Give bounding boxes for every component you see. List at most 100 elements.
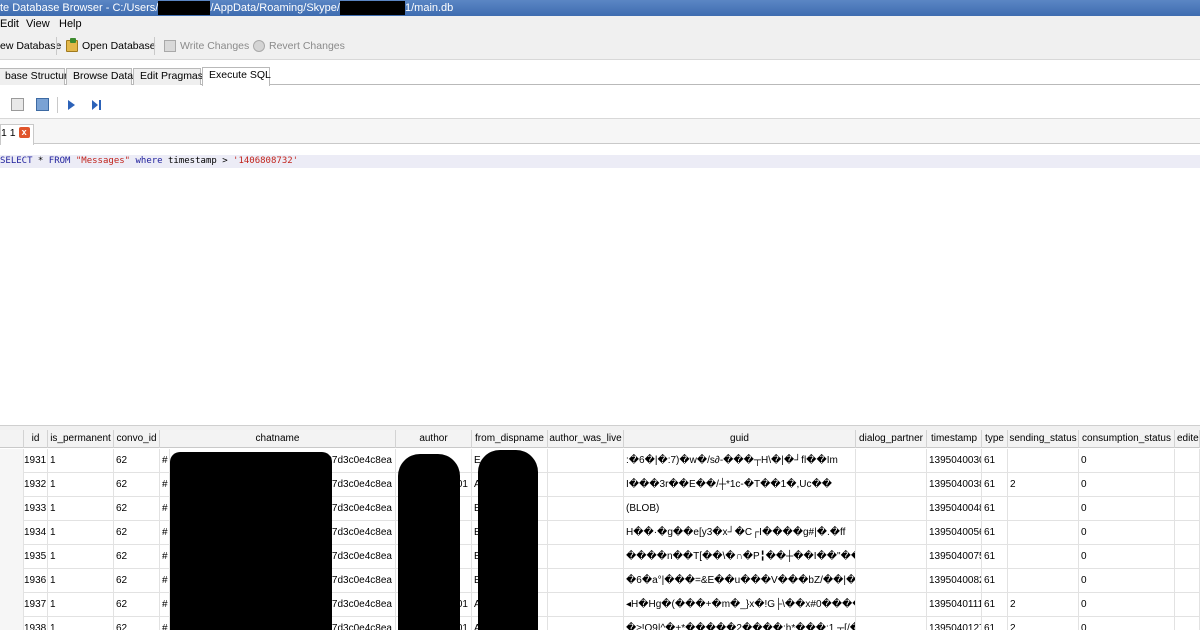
cell-edited[interactable]	[1175, 569, 1200, 593]
cell-chatname-prefix[interactable]: #	[160, 473, 170, 497]
cell-type[interactable]: 61	[982, 569, 1008, 593]
row-header[interactable]	[0, 449, 24, 473]
cell-id[interactable]: 1938	[24, 617, 48, 630]
cell-id[interactable]: 1933	[24, 497, 48, 521]
open-database-button[interactable]: Open Database	[66, 38, 156, 54]
sql-editor[interactable]: SELECT * FROM "Messages" where timestamp…	[0, 145, 1200, 425]
new-database-button[interactable]: ew Database	[0, 38, 61, 54]
column-header[interactable]: chatname	[160, 430, 396, 448]
cell-type[interactable]: 61	[982, 593, 1008, 617]
cell-edited[interactable]	[1175, 617, 1200, 630]
cell-id[interactable]: 1935	[24, 545, 48, 569]
cell-convo-id[interactable]: 62	[114, 449, 160, 473]
cell-is-permanent[interactable]: 1	[48, 521, 114, 545]
cell-sending-status[interactable]	[1008, 545, 1079, 569]
column-header[interactable]: author_was_live	[548, 430, 624, 448]
column-header[interactable]: convo_id	[114, 430, 160, 448]
cell-timestamp[interactable]: 1395040056	[927, 521, 982, 545]
cell-consumption-status[interactable]: 0	[1079, 473, 1175, 497]
close-icon[interactable]: x	[18, 127, 30, 138]
cell-dialog-partner[interactable]	[856, 545, 927, 569]
cell-guid[interactable]: (BLOB)	[624, 497, 856, 521]
cell-timestamp[interactable]: 1395040127	[927, 617, 982, 630]
row-header[interactable]	[0, 569, 24, 593]
cell-convo-id[interactable]: 62	[114, 521, 160, 545]
menu-view[interactable]: View	[26, 17, 50, 31]
menu-help[interactable]: Help	[59, 17, 82, 31]
results-grid[interactable]: id is_permanent convo_id chatname author…	[0, 430, 1200, 630]
tab-database-structure[interactable]: base Structure	[0, 68, 73, 85]
cell-dialog-partner[interactable]	[856, 521, 927, 545]
column-header[interactable]: sending_status	[1008, 430, 1079, 448]
row-header[interactable]	[0, 473, 24, 497]
row-header[interactable]	[0, 521, 24, 545]
cell-timestamp[interactable]: 1395040082	[927, 569, 982, 593]
cell-sending-status[interactable]: 2	[1008, 473, 1079, 497]
cell-guid[interactable]: ����n��T[��\�∩�P╏��┼��I��"��r�	[624, 545, 856, 569]
cell-dialog-partner[interactable]	[856, 497, 927, 521]
cell-edited[interactable]	[1175, 521, 1200, 545]
revert-changes-button[interactable]: Revert Changes	[253, 38, 345, 54]
cell-sending-status[interactable]	[1008, 569, 1079, 593]
cell-is-permanent[interactable]: 1	[48, 497, 114, 521]
sql-query-line[interactable]: SELECT * FROM "Messages" where timestamp…	[0, 155, 1200, 168]
row-header[interactable]	[0, 617, 24, 630]
write-changes-button[interactable]: Write Changes	[164, 38, 249, 54]
cell-author-was-live[interactable]	[548, 617, 624, 630]
cell-id[interactable]: 1934	[24, 521, 48, 545]
cell-type[interactable]: 61	[982, 449, 1008, 473]
tab-execute-sql[interactable]: Execute SQL	[202, 67, 271, 86]
cell-edited[interactable]	[1175, 593, 1200, 617]
cell-consumption-status[interactable]: 0	[1079, 593, 1175, 617]
cell-convo-id[interactable]: 62	[114, 569, 160, 593]
cell-author-was-live[interactable]	[548, 449, 624, 473]
row-header[interactable]	[0, 545, 24, 569]
cell-chatname-prefix[interactable]: #	[160, 521, 170, 545]
cell-chatname-prefix[interactable]: #	[160, 497, 170, 521]
save-sql-file-icon[interactable]	[36, 98, 49, 111]
cell-type[interactable]: 61	[982, 497, 1008, 521]
open-sql-file-icon[interactable]	[11, 98, 24, 111]
cell-author-was-live[interactable]	[548, 545, 624, 569]
cell-convo-id[interactable]: 62	[114, 497, 160, 521]
cell-sending-status[interactable]	[1008, 497, 1079, 521]
menu-edit[interactable]: Edit	[0, 17, 19, 31]
cell-edited[interactable]	[1175, 449, 1200, 473]
column-header[interactable]: id	[24, 430, 48, 448]
cell-convo-id[interactable]: 62	[114, 545, 160, 569]
cell-convo-id[interactable]: 62	[114, 473, 160, 497]
cell-guid[interactable]: �≥!Q9|^�+*�����2����:h*���:1 ┬[/�A	[624, 617, 856, 630]
cell-timestamp[interactable]: 1395040111	[927, 593, 982, 617]
cell-dialog-partner[interactable]	[856, 593, 927, 617]
cell-edited[interactable]	[1175, 497, 1200, 521]
cell-type[interactable]: 61	[982, 521, 1008, 545]
sql-editor-tab[interactable]: 1 1 x	[0, 124, 34, 145]
cell-dialog-partner[interactable]	[856, 569, 927, 593]
cell-consumption-status[interactable]: 0	[1079, 521, 1175, 545]
cell-is-permanent[interactable]: 1	[48, 473, 114, 497]
cell-type[interactable]: 61	[982, 617, 1008, 630]
cell-author-was-live[interactable]	[548, 569, 624, 593]
cell-type[interactable]: 61	[982, 473, 1008, 497]
cell-timestamp[interactable]: 1395040075	[927, 545, 982, 569]
cell-id[interactable]: 1937	[24, 593, 48, 617]
cell-id[interactable]: 1936	[24, 569, 48, 593]
cell-edited[interactable]	[1175, 545, 1200, 569]
cell-author-was-live[interactable]	[548, 473, 624, 497]
cell-consumption-status[interactable]: 0	[1079, 569, 1175, 593]
cell-timestamp[interactable]: 1395040030	[927, 449, 982, 473]
cell-dialog-partner[interactable]	[856, 473, 927, 497]
cell-guid[interactable]: H��·�g��e[y3�x┘�C┌I����g#|�.�ff	[624, 521, 856, 545]
cell-author-was-live[interactable]	[548, 497, 624, 521]
cell-chatname-prefix[interactable]: #	[160, 593, 170, 617]
column-header[interactable]: edite	[1175, 430, 1200, 448]
cell-sending-status[interactable]	[1008, 449, 1079, 473]
cell-author-was-live[interactable]	[548, 593, 624, 617]
column-header[interactable]: timestamp	[927, 430, 982, 448]
cell-type[interactable]: 61	[982, 545, 1008, 569]
cell-id[interactable]: 1931	[24, 449, 48, 473]
cell-is-permanent[interactable]: 1	[48, 449, 114, 473]
cell-is-permanent[interactable]: 1	[48, 569, 114, 593]
cell-is-permanent[interactable]: 1	[48, 593, 114, 617]
cell-edited[interactable]	[1175, 473, 1200, 497]
